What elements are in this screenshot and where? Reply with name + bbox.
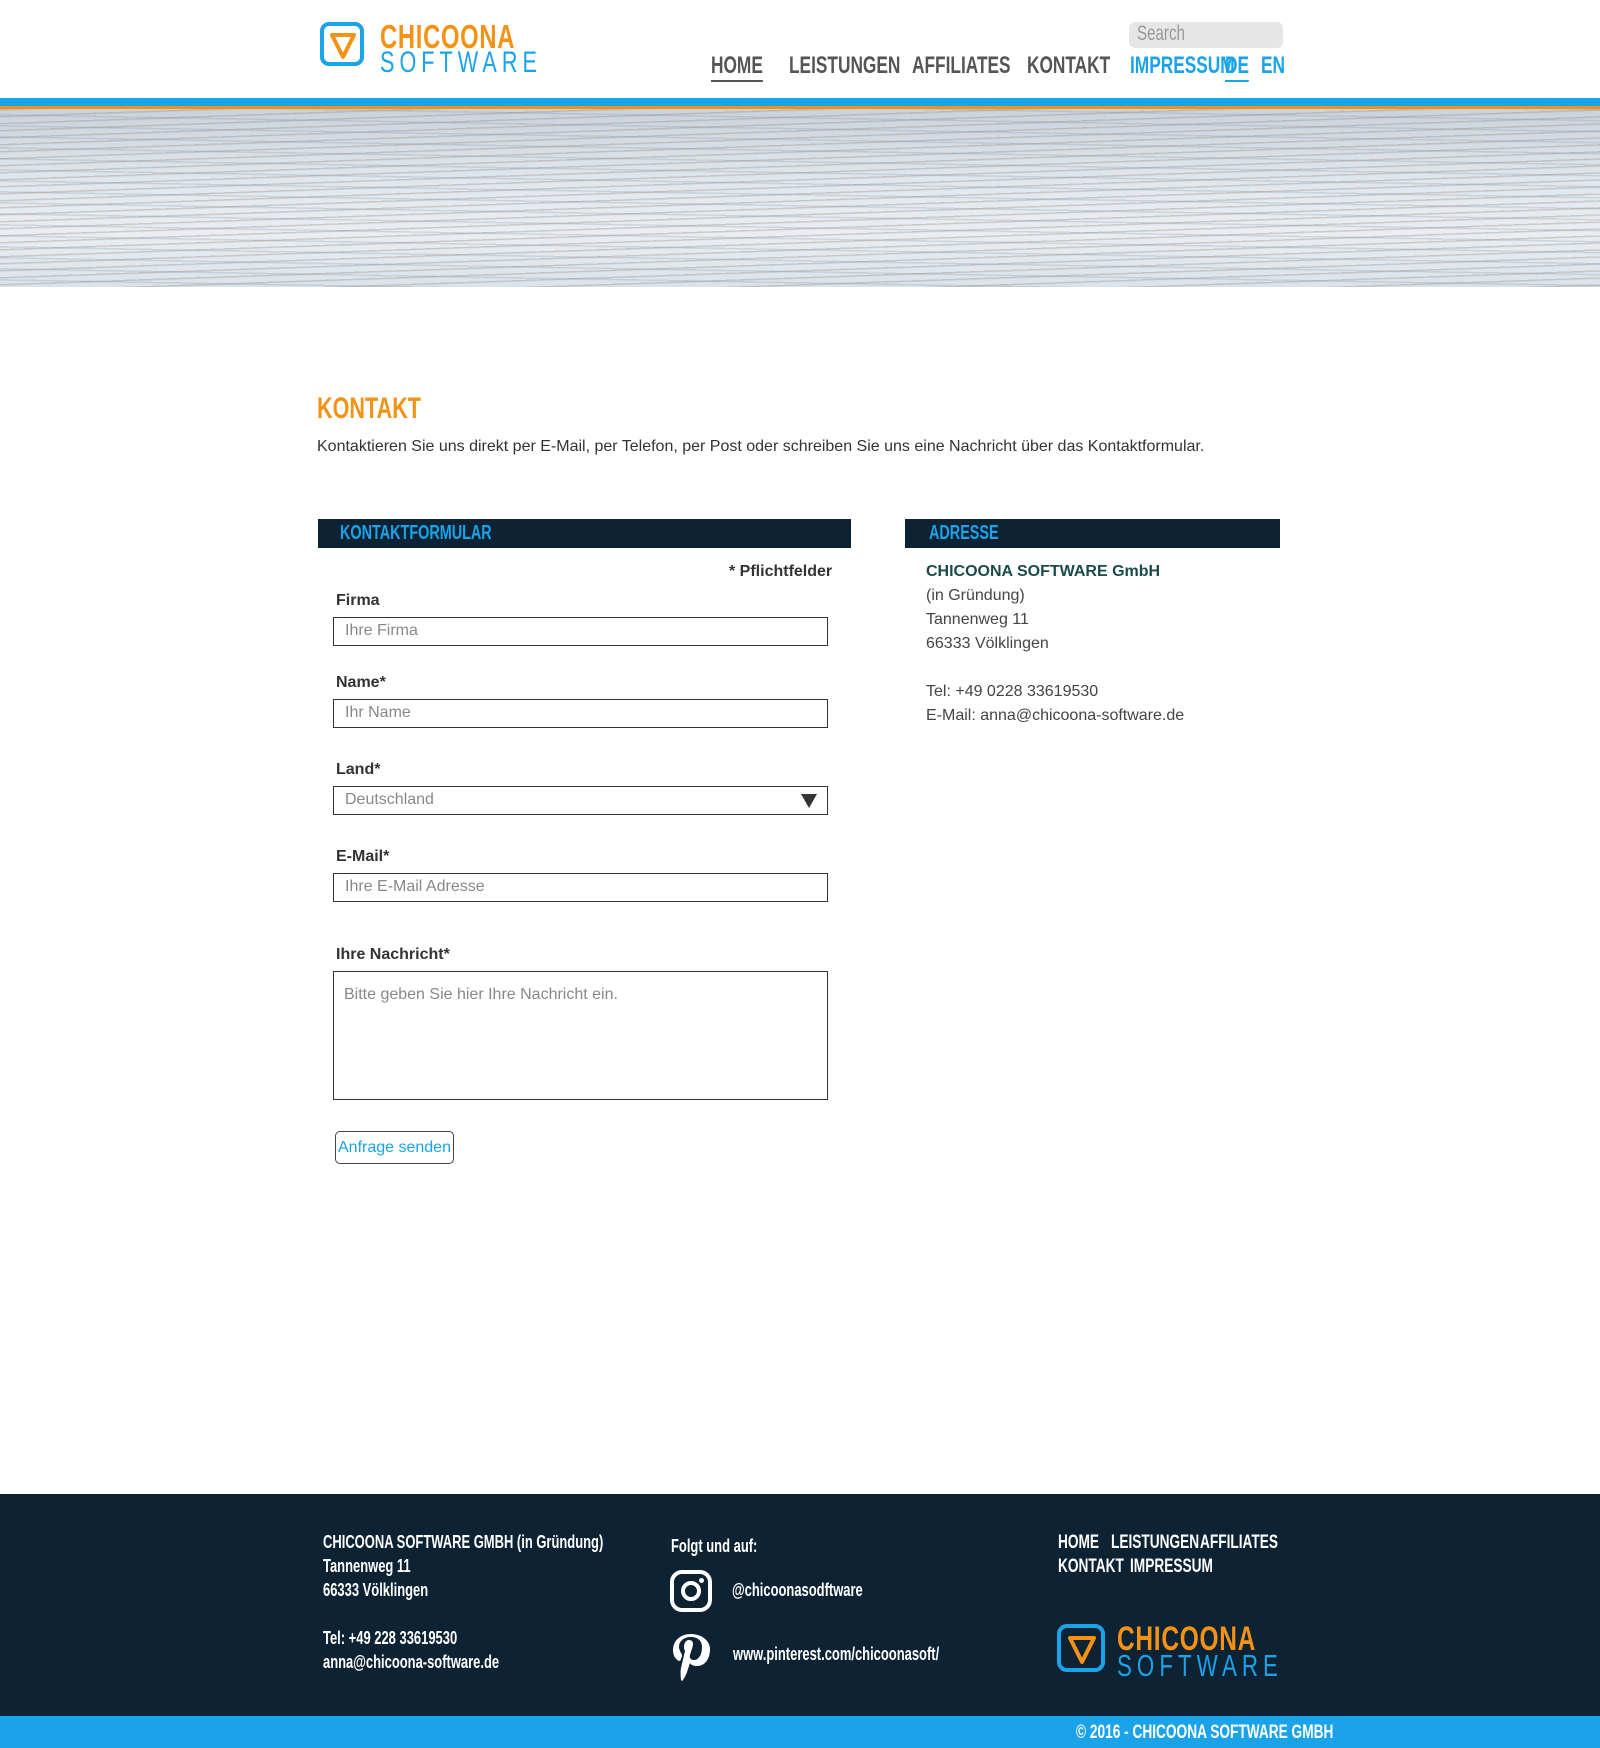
footer-nav-kontakt[interactable]: KONTAKT — [1058, 1556, 1124, 1578]
message-textarea[interactable]: Bitte geben Sie hier Ihre Nachricht ein. — [333, 971, 828, 1100]
copyright-bar — [0, 1716, 1600, 1748]
site-header: CHICOONA SOFTWARE Search HOME LEISTUNGEN… — [0, 0, 1600, 98]
email-input[interactable]: Ihre E-Mail Adresse — [333, 873, 828, 902]
lang-en[interactable]: EN — [1261, 52, 1285, 80]
nav-home[interactable]: HOME — [711, 52, 763, 82]
land-select[interactable]: Deutschland — [333, 786, 828, 815]
footer-nav-leistungen[interactable]: LEISTUNGEN — [1111, 1532, 1199, 1554]
email-placeholder: Ihre E-Mail Adresse — [345, 878, 485, 895]
firma-label: Firma — [336, 592, 380, 609]
nav-impressum[interactable]: IMPRESSUM — [1130, 52, 1235, 80]
firma-placeholder: Ihre Firma — [345, 622, 418, 639]
address-street: Tannenweg 11 — [926, 611, 1029, 628]
footer-logo-text-bottom: SOFTWARE — [1117, 1648, 1283, 1683]
name-placeholder: Ihr Name — [345, 704, 411, 721]
pinterest-icon[interactable] — [670, 1632, 712, 1682]
footer-instagram-handle[interactable]: @chicoonasodftware — [732, 1580, 863, 1601]
footer-nav-impressum[interactable]: IMPRESSUM — [1130, 1556, 1213, 1578]
address-heading: ADRESSE — [929, 522, 999, 544]
address-note: (in Gründung) — [926, 587, 1025, 604]
hero-wood-banner — [0, 109, 1600, 287]
address-city: 66333 Völklingen — [926, 635, 1049, 652]
address-company: CHICOONA SOFTWARE GmbH — [926, 563, 1161, 580]
site-logo[interactable]: CHICOONA SOFTWARE — [318, 18, 537, 79]
message-label: Ihre Nachricht* — [336, 946, 450, 963]
footer-logo-mark-icon — [1057, 1624, 1105, 1672]
footer-nav-home[interactable]: HOME — [1058, 1532, 1099, 1554]
address-tel: Tel: +49 0228 33619530 — [926, 683, 1099, 700]
form-heading: KONTAKTFORMULAR — [340, 522, 492, 544]
lang-de[interactable]: DE — [1225, 52, 1250, 82]
footer-pinterest-url[interactable]: www.pinterest.com/chicoonasoft/ — [733, 1644, 939, 1665]
nav-affiliates[interactable]: AFFILIATES — [912, 52, 1011, 80]
nav-leistungen[interactable]: LEISTUNGEN — [789, 52, 900, 80]
footer-email[interactable]: anna@chicoona-software.de — [323, 1652, 499, 1673]
nav-kontakt[interactable]: KONTAKT — [1027, 52, 1110, 80]
page-title: KONTAKT — [317, 392, 421, 425]
land-selected-value: Deutschland — [345, 791, 434, 808]
copyright-text: © 2016 - CHICOONA SOFTWARE GMBH — [1076, 1722, 1334, 1743]
submit-button[interactable]: Anfrage senden — [335, 1131, 454, 1164]
intro-text: Kontaktieren Sie uns direkt per E-Mail, … — [317, 438, 1205, 455]
instagram-icon[interactable] — [670, 1570, 712, 1612]
footer-nav-affiliates[interactable]: AFFILIATES — [1200, 1532, 1278, 1554]
logo-text-bottom: SOFTWARE — [380, 46, 542, 79]
address-email[interactable]: E-Mail: anna@chicoona-software.de — [926, 707, 1184, 725]
required-note: * Pflichtfelder — [729, 563, 833, 580]
footer-company: CHICOONA SOFTWARE GMBH (in Gründung) — [323, 1532, 604, 1552]
name-input[interactable]: Ihr Name — [333, 699, 828, 728]
message-placeholder: Bitte geben Sie hier Ihre Nachricht ein. — [344, 986, 618, 1003]
firma-input[interactable]: Ihre Firma — [333, 617, 828, 646]
site-footer: CHICOONA SOFTWARE GMBH (in Gründung) Tan… — [0, 1494, 1600, 1716]
logo-mark-icon — [320, 22, 364, 66]
search-placeholder: Search — [1137, 22, 1185, 45]
footer-tel: Tel: +49 228 33619530 — [323, 1628, 458, 1648]
footer-street: Tannenweg 11 — [323, 1556, 411, 1576]
footer-city: 66333 Völklingen — [323, 1580, 429, 1600]
dropdown-arrow-icon — [801, 794, 817, 808]
header-blue-stripe — [0, 98, 1600, 106]
footer-logo[interactable]: CHICOONA SOFTWARE — [1055, 1620, 1278, 1683]
email-label: E-Mail* — [336, 848, 390, 865]
address-heading-bar: ADRESSE — [905, 519, 1280, 548]
form-heading-bar: KONTAKTFORMULAR — [318, 519, 851, 548]
name-label: Name* — [336, 674, 386, 691]
footer-follow-label: Folgt und auf: — [671, 1536, 758, 1556]
land-label: Land* — [336, 761, 381, 778]
